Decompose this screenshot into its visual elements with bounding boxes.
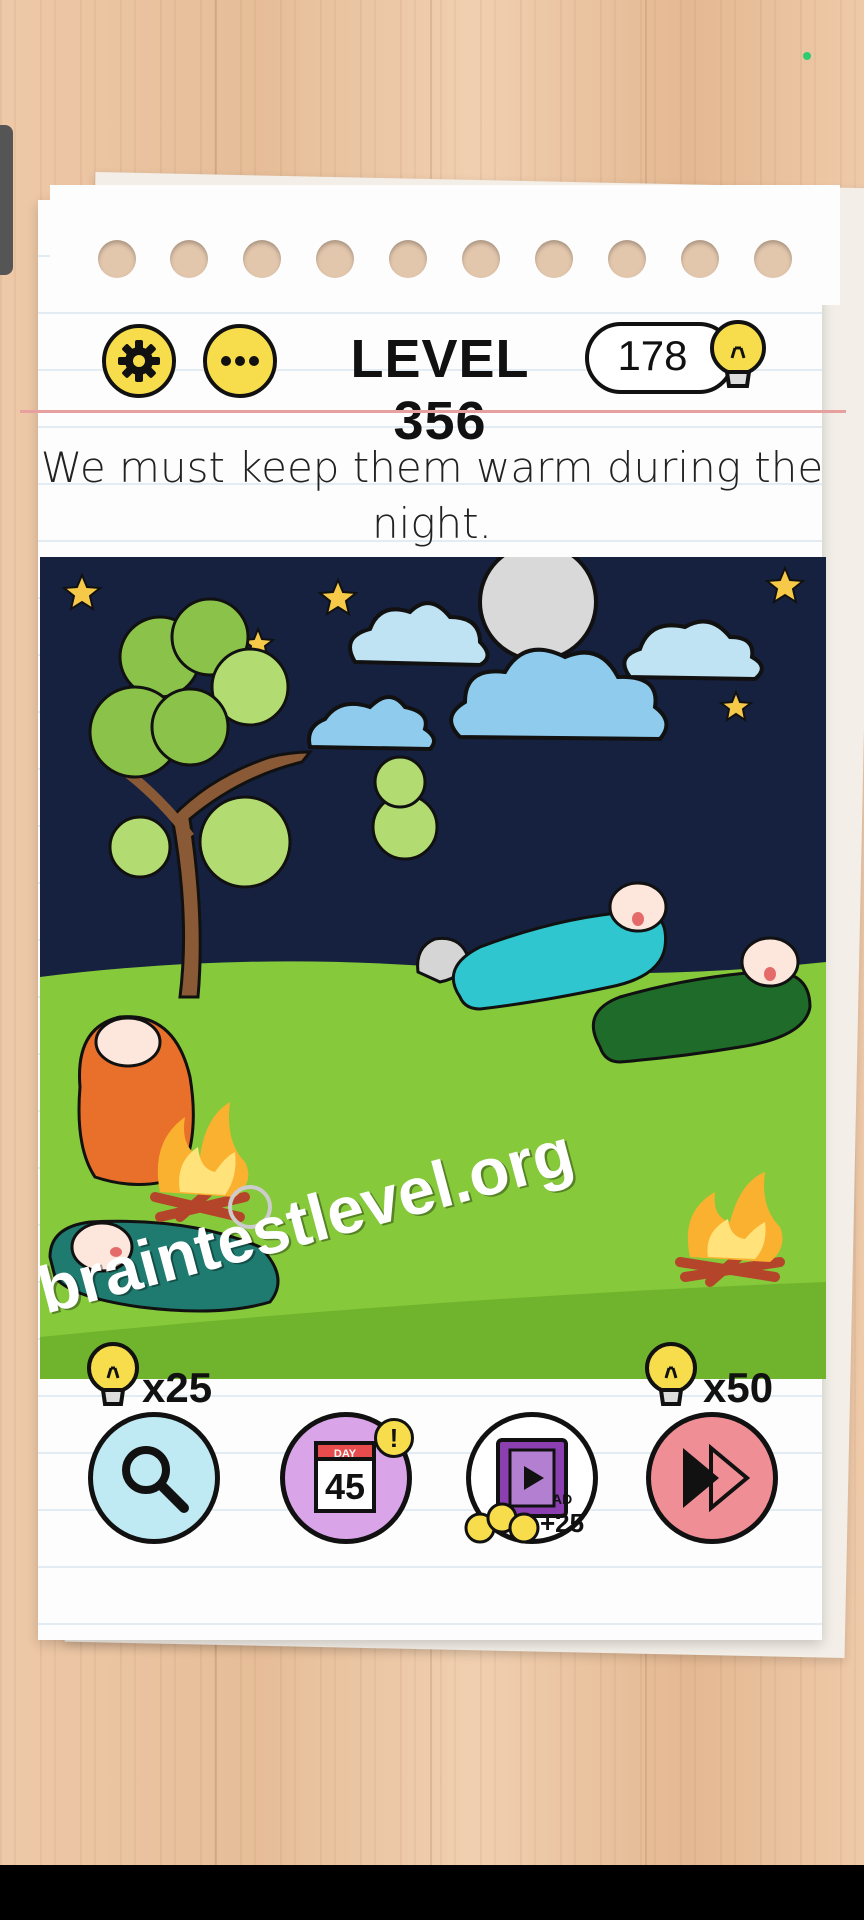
settings-button[interactable]	[102, 324, 176, 398]
edge-handle[interactable]	[0, 125, 13, 275]
svg-text:45: 45	[325, 1466, 365, 1507]
binding-hole	[389, 240, 427, 278]
svg-text:AD: AD	[552, 1491, 572, 1507]
binding-hole	[681, 240, 719, 278]
status-dot	[803, 52, 811, 60]
lightbulb-icon	[87, 1342, 139, 1406]
skip-level-button[interactable]	[646, 1412, 778, 1544]
binding-hole	[98, 240, 136, 278]
search-cost: x25	[142, 1364, 213, 1411]
moon	[478, 557, 598, 662]
svg-text:DAY: DAY	[334, 1448, 357, 1460]
system-nav-bar	[0, 1865, 864, 1920]
gear-icon	[118, 340, 160, 382]
notepad-top	[50, 185, 840, 305]
binding-hole	[608, 240, 646, 278]
magnifier-icon	[122, 1446, 189, 1513]
hint-count: 178	[617, 332, 688, 379]
binding-hole	[316, 240, 354, 278]
lightbulb-icon	[464, 1502, 540, 1544]
binding-hole	[535, 240, 573, 278]
daily-badge: !	[374, 1418, 414, 1458]
more-icon	[221, 356, 259, 366]
fast-forward-icon	[683, 1443, 751, 1513]
skip-cost: x50	[703, 1364, 774, 1411]
binding-hole	[754, 240, 792, 278]
search-button[interactable]	[88, 1412, 220, 1544]
binding-hole	[170, 240, 208, 278]
instruction-text: We must keep them warm during the night.	[40, 443, 824, 548]
ad-reward: +25	[540, 1508, 585, 1538]
level-title: LEVEL 356	[350, 329, 530, 451]
more-button[interactable]	[203, 324, 277, 398]
lightbulb-icon	[710, 320, 766, 388]
lightbulb-icon	[645, 1342, 697, 1406]
margin-line	[20, 410, 846, 413]
binding-hole	[243, 240, 281, 278]
binding-hole	[462, 240, 500, 278]
